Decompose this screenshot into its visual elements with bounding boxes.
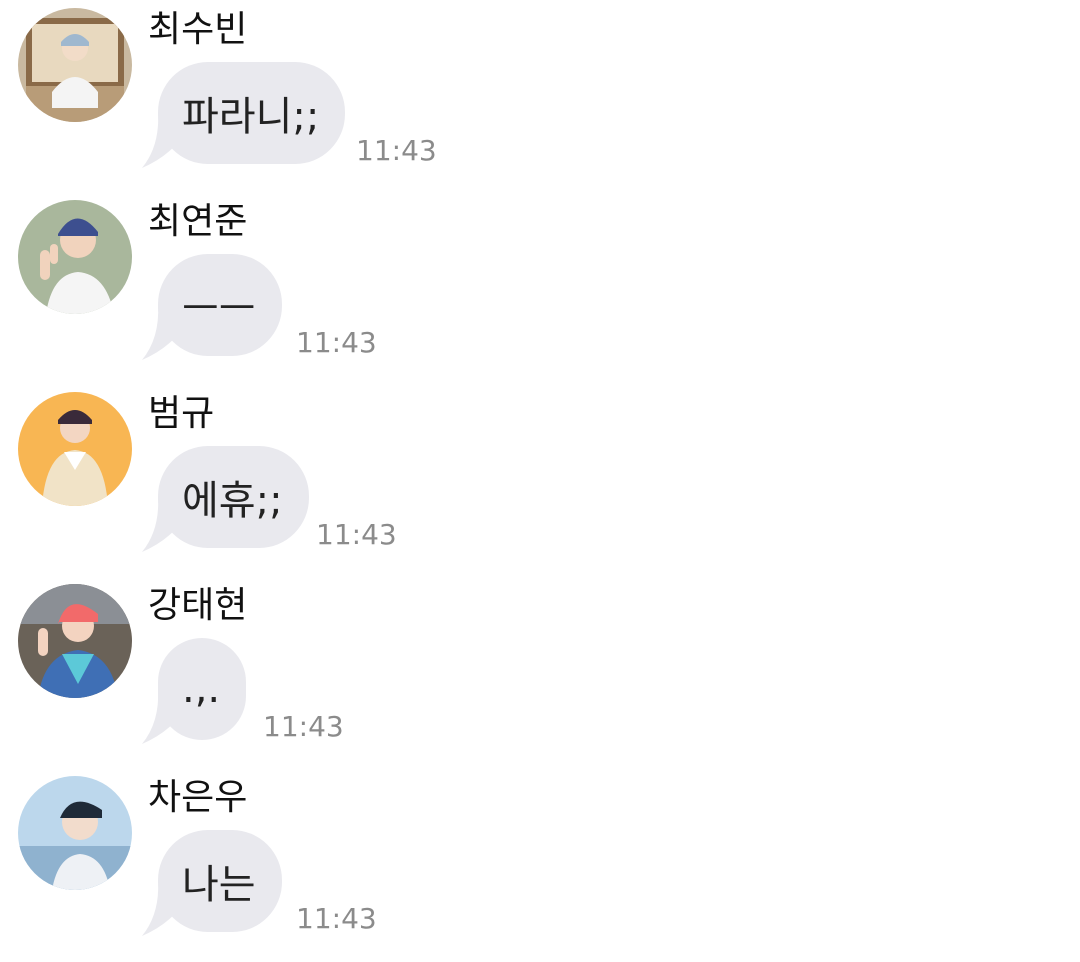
profile-photo-icon bbox=[18, 584, 132, 698]
message-bubble[interactable]: ㅡㅡ bbox=[158, 254, 282, 356]
profile-photo-icon bbox=[18, 8, 132, 122]
message-timestamp: 11:43 bbox=[356, 134, 437, 167]
message-bubble[interactable]: 파라니;; bbox=[158, 62, 346, 164]
message-bubble[interactable]: 에휴;; bbox=[158, 446, 309, 548]
message-bubble[interactable]: 나는 bbox=[158, 830, 282, 932]
avatar[interactable] bbox=[18, 776, 132, 890]
chat-message: 강태현 .,. 11:43 bbox=[0, 576, 1080, 768]
chat-message-list[interactable]: 최수빈 파라니;; 11:43 최연준 ㅡㅡ 11:43 범규 에휴;; 11:… bbox=[0, 0, 1080, 962]
message-timestamp: 11:43 bbox=[296, 902, 377, 935]
message-timestamp: 11:43 bbox=[296, 326, 377, 359]
sender-name: 강태현 bbox=[148, 585, 248, 626]
message-text: 에휴;; bbox=[182, 478, 283, 524]
sender-name: 최연준 bbox=[148, 201, 248, 242]
chat-message: 범규 에휴;; 11:43 bbox=[0, 384, 1080, 576]
chat-message: 최연준 ㅡㅡ 11:43 bbox=[0, 192, 1080, 384]
avatar[interactable] bbox=[18, 200, 132, 314]
avatar[interactable] bbox=[18, 392, 132, 506]
message-text: .,. bbox=[182, 666, 221, 712]
avatar[interactable] bbox=[18, 8, 132, 122]
profile-photo-icon bbox=[18, 200, 132, 314]
message-text: 파라니;; bbox=[182, 94, 320, 140]
message-text: ㅡㅡ bbox=[182, 286, 256, 332]
message-timestamp: 11:43 bbox=[263, 710, 344, 743]
chat-message: 차은우 나는 11:43 bbox=[0, 768, 1080, 960]
sender-name: 차은우 bbox=[148, 777, 248, 818]
message-timestamp: 11:43 bbox=[316, 518, 397, 551]
sender-name: 범규 bbox=[148, 393, 215, 434]
profile-photo-icon bbox=[18, 776, 132, 890]
sender-name: 최수빈 bbox=[148, 9, 248, 50]
message-bubble[interactable]: .,. bbox=[158, 638, 247, 740]
chat-message: 최수빈 파라니;; 11:43 bbox=[0, 0, 1080, 192]
profile-photo-icon bbox=[18, 392, 132, 506]
message-text: 나는 bbox=[182, 862, 256, 908]
avatar[interactable] bbox=[18, 584, 132, 698]
